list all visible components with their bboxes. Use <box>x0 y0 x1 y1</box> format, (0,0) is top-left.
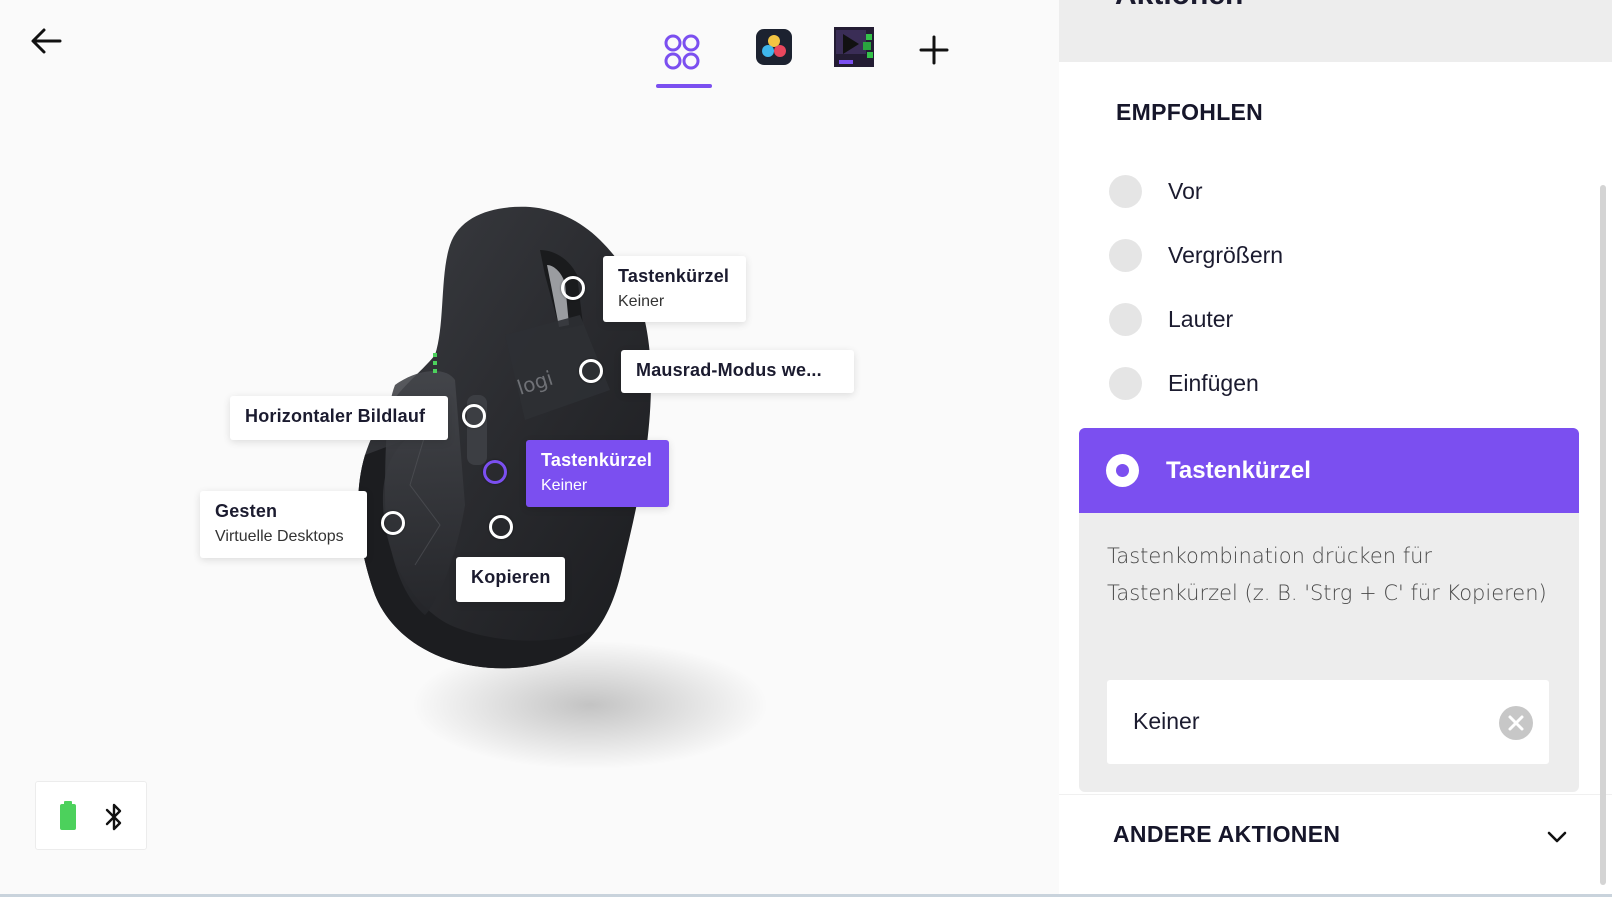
callout-subtitle: Keiner <box>541 477 588 494</box>
callout-title: Horizontaler Bildlauf <box>245 406 426 426</box>
tab-davinci-resolve[interactable] <box>744 22 804 88</box>
bluetooth-icon <box>105 803 122 831</box>
panel-scrollbar[interactable] <box>1600 185 1606 885</box>
hotspot-gesture-button[interactable] <box>381 511 405 535</box>
device-view: logi Tastenkürzel Keiner Mausrad-Modus w… <box>0 0 1059 897</box>
option-label: Vor <box>1168 177 1203 204</box>
hotspot-back-button[interactable] <box>489 515 513 539</box>
arrow-left-icon <box>31 28 62 54</box>
panel-title: Aktionen <box>1115 0 1243 12</box>
device-status <box>35 781 147 850</box>
tab-all-apps[interactable] <box>652 22 712 88</box>
callout-title: Tastenkürzel <box>618 266 730 286</box>
back-button[interactable] <box>28 26 64 56</box>
recommended-label: EMPFOHLEN <box>1116 99 1264 125</box>
option-paste[interactable]: Einfügen <box>1109 358 1559 408</box>
add-app-button[interactable] <box>904 22 964 88</box>
callout-gestures[interactable]: Gesten Virtuelle Desktops <box>200 491 367 558</box>
other-actions-toggle[interactable]: ANDERE AKTIONEN <box>1059 794 1612 897</box>
plus-icon <box>919 35 949 65</box>
radio-button[interactable] <box>1109 302 1142 336</box>
clear-shortcut-button[interactable] <box>1499 706 1533 740</box>
davinci-resolve-icon <box>756 29 792 65</box>
option-label: Tastenkürzel <box>1166 456 1311 484</box>
hotspot-middle-button[interactable] <box>561 276 585 300</box>
radio-button-selected[interactable] <box>1106 454 1139 487</box>
callout-title: Kopieren <box>471 567 551 587</box>
close-icon <box>1508 715 1524 731</box>
actions-panel: Aktionen EMPFOHLEN Vor Vergrößern Lauter… <box>1059 0 1612 897</box>
callout-subtitle: Keiner <box>618 293 665 310</box>
apps-grid-icon <box>664 34 700 70</box>
shortcut-value: Keiner <box>1133 708 1200 734</box>
callout-title: Tastenkürzel <box>541 450 653 470</box>
callout-subtitle: Virtuelle Desktops <box>215 528 344 545</box>
shortcut-hint: Tastenkombination drücken für Tastenkürz… <box>1107 544 1547 605</box>
callout-title: Mausrad-Modus we... <box>636 360 822 380</box>
callout-thumb-button[interactable]: Tastenkürzel Keiner <box>526 440 669 507</box>
callout-mode-shift[interactable]: Mausrad-Modus we... <box>621 350 854 393</box>
other-actions-label: ANDERE AKTIONEN <box>1113 821 1341 847</box>
video-app-icon <box>834 27 874 67</box>
radio-button[interactable] <box>1109 366 1142 400</box>
radio-button[interactable] <box>1109 238 1142 272</box>
option-zoom-in[interactable]: Vergrößern <box>1109 230 1559 280</box>
hotspot-thumb-wheel[interactable] <box>462 404 486 428</box>
option-label: Vergrößern <box>1168 241 1284 268</box>
tab-video-app[interactable] <box>824 22 884 88</box>
callout-copy[interactable]: Kopieren <box>456 557 565 602</box>
panel-header: Aktionen <box>1059 0 1612 62</box>
selected-action-card: Tastenkürzel Tastenkombination drücken f… <box>1079 428 1579 792</box>
callout-middle-button[interactable]: Tastenkürzel Keiner <box>603 256 746 322</box>
option-label: Lauter <box>1168 305 1234 332</box>
option-keyboard-shortcut[interactable]: Tastenkürzel <box>1079 428 1579 513</box>
chevron-down-icon <box>1547 831 1567 843</box>
hotspot-thumb-button[interactable] <box>483 460 507 484</box>
battery-full-icon <box>60 801 76 830</box>
hotspot-mode-shift[interactable] <box>579 359 603 383</box>
shortcut-input[interactable]: Keiner <box>1107 680 1549 764</box>
option-volume-up[interactable]: Lauter <box>1109 294 1559 344</box>
option-label: Einfügen <box>1168 369 1259 396</box>
option-forward[interactable]: Vor <box>1109 166 1559 216</box>
callout-title: Gesten <box>215 501 278 521</box>
radio-button[interactable] <box>1109 174 1142 208</box>
callout-horizontal-scroll[interactable]: Horizontaler Bildlauf <box>230 396 448 440</box>
